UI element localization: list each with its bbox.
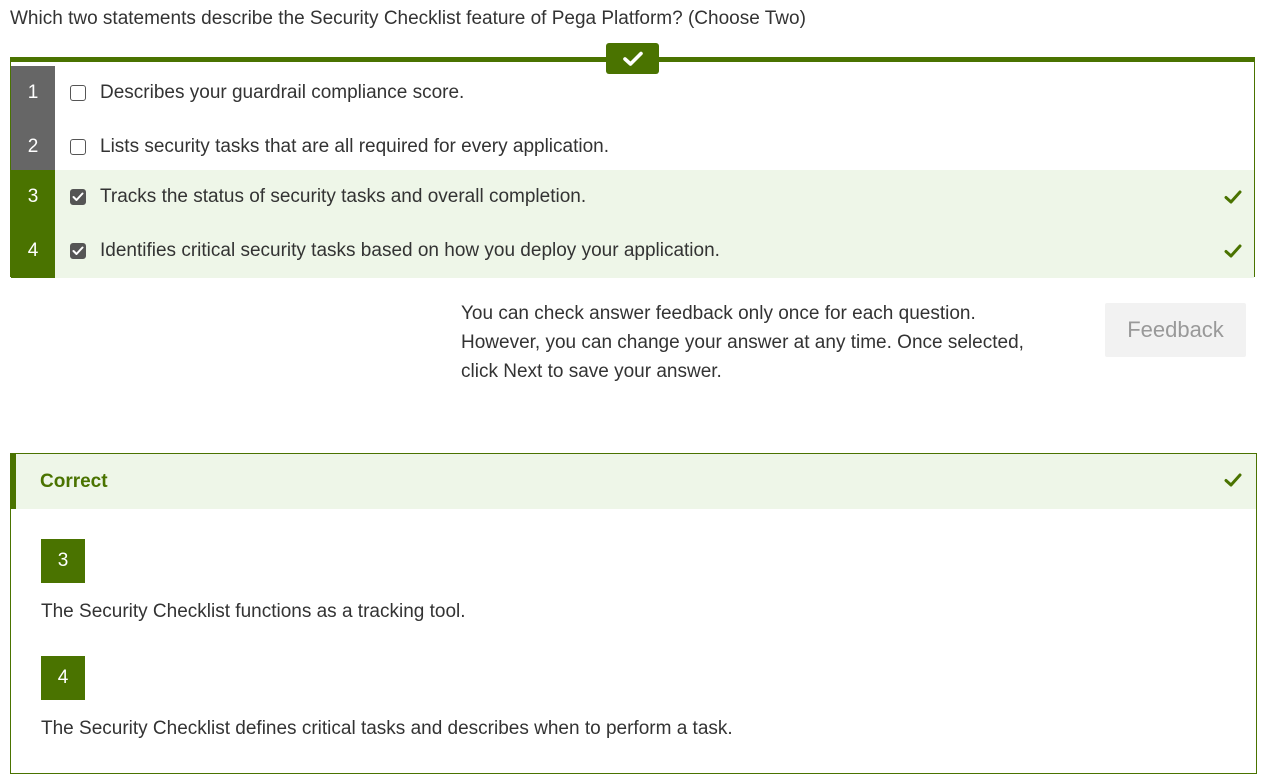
option-row-1[interactable]: 1 Describes your guardrail compliance sc… — [11, 66, 1254, 120]
option-label: Tracks the status of security tasks and … — [100, 186, 587, 207]
answer-number-badge: 4 — [41, 656, 85, 700]
options-list: 1 Describes your guardrail compliance sc… — [10, 57, 1255, 278]
feedback-info-text: You can check answer feedback only once … — [461, 299, 1101, 386]
result-header: Correct — [11, 454, 1256, 509]
check-answer-tab[interactable] — [606, 43, 659, 74]
correct-check-icon — [1224, 473, 1242, 486]
option-checkbox-checked[interactable] — [70, 243, 86, 259]
option-row-2[interactable]: 2 Lists security tasks that are all requ… — [11, 120, 1254, 174]
option-row-3[interactable]: 3 Tracks the status of security tasks an… — [11, 170, 1254, 224]
option-number: 4 — [11, 224, 55, 278]
info-line: However, you can change your answer at a… — [461, 332, 1024, 353]
correct-check-icon — [1224, 190, 1242, 204]
option-number: 1 — [11, 66, 55, 120]
checkbox-check-icon — [72, 192, 84, 201]
option-checkbox[interactable] — [70, 139, 86, 155]
info-line: You can check answer feedback only once … — [461, 303, 976, 324]
option-checkbox[interactable] — [70, 85, 86, 101]
correct-check-icon — [1224, 244, 1242, 258]
result-title: Correct — [40, 470, 108, 492]
result-panel: Correct 3 The Security Checklist functio… — [10, 453, 1257, 774]
feedback-button[interactable]: Feedback — [1105, 303, 1246, 357]
answer-number-badge: 3 — [41, 539, 85, 583]
info-line: click Next to save your answer. — [461, 361, 722, 382]
checkbox-check-icon — [72, 246, 84, 255]
option-label: Lists security tasks that are all requir… — [100, 136, 610, 157]
option-row-4[interactable]: 4 Identifies critical security tasks bas… — [11, 224, 1254, 278]
answer-explanation: The Security Checklist functions as a tr… — [41, 601, 466, 622]
option-number: 2 — [11, 120, 55, 174]
question-text: Which two statements describe the Securi… — [10, 8, 806, 29]
option-checkbox-checked[interactable] — [70, 189, 86, 205]
option-number: 3 — [11, 170, 55, 224]
option-label: Describes your guardrail compliance scor… — [100, 82, 465, 103]
answer-explanation: The Security Checklist defines critical … — [41, 718, 733, 739]
option-label: Identifies critical security tasks based… — [100, 240, 720, 261]
check-icon — [622, 51, 643, 66]
